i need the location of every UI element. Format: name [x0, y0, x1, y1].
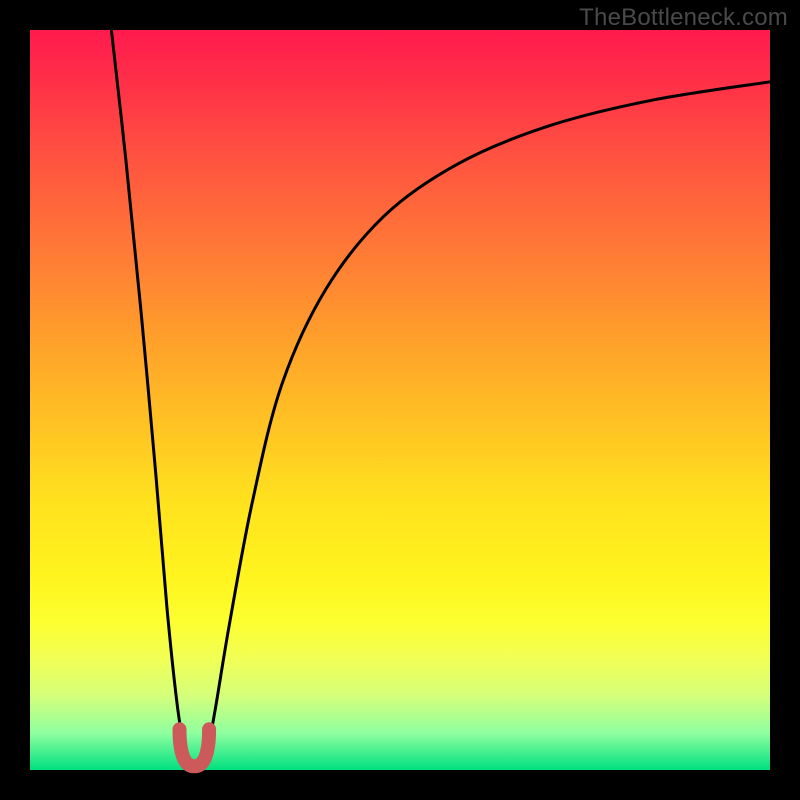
- outer-frame: TheBottleneck.com: [0, 0, 800, 800]
- minimum-marker: [180, 729, 210, 766]
- curve-svg: [30, 30, 770, 770]
- plot-area: [30, 30, 770, 770]
- watermark-text: TheBottleneck.com: [579, 4, 788, 32]
- minimum-marker-path: [180, 729, 210, 766]
- bottleneck-curve-path: [111, 30, 770, 764]
